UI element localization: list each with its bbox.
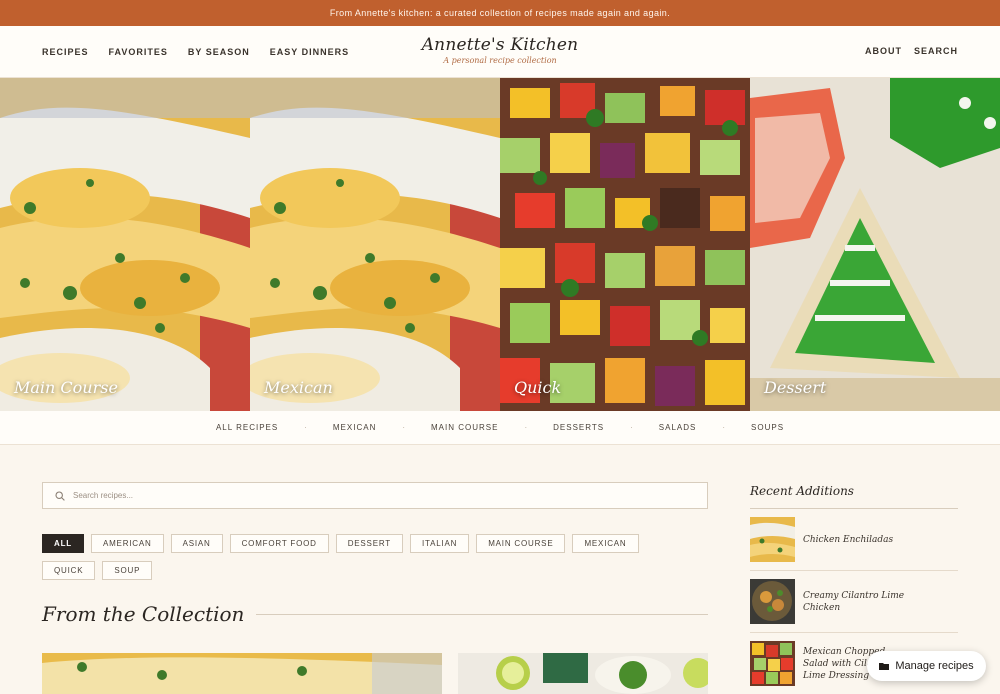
category-separator: ·	[402, 423, 406, 432]
folder-icon	[879, 663, 890, 670]
section-divider	[256, 613, 708, 615]
collection-title: From the Collection	[42, 602, 245, 626]
category-separator: ·	[630, 423, 633, 432]
filter-chip-mexican[interactable]: MEXICAN	[572, 534, 639, 553]
manage-recipes-button[interactable]: Manage recipes	[867, 651, 986, 681]
filter-chip-asian[interactable]: ASIAN	[170, 534, 223, 553]
recipe-browser: ALL AMERICAN ASIAN COMFORT FOOD DESSERT …	[42, 482, 708, 694]
hero-tile-label: Mexican	[264, 378, 333, 397]
recent-item[interactable]: Creamy Cilantro Lime Chicken	[750, 571, 958, 633]
banner-text: From Annette's kitchen: a curated collec…	[329, 8, 671, 18]
filter-chip-soup[interactable]: SOUP	[102, 561, 153, 580]
salad-image	[500, 78, 750, 411]
nav-about[interactable]: ABOUT	[865, 46, 902, 56]
category-soups[interactable]: SOUPS	[751, 423, 784, 432]
category-bar: ALL RECIPES · MEXICAN · MAIN COURSE · DE…	[0, 411, 1000, 445]
filter-chip-main-course[interactable]: MAIN COURSE	[476, 534, 566, 553]
category-all-recipes[interactable]: ALL RECIPES	[216, 423, 278, 432]
hero-tile-main-course[interactable]: Main Course	[0, 78, 250, 411]
brand-name: Annette's Kitchen	[421, 35, 579, 55]
filter-chip-comfort-food[interactable]: COMFORT FOOD	[229, 534, 329, 553]
manage-recipes-label: Manage recipes	[895, 660, 974, 672]
category-mexican[interactable]: MEXICAN	[333, 423, 376, 432]
filter-chip-all[interactable]: ALL	[42, 534, 84, 553]
recipe-card-image[interactable]	[42, 653, 442, 694]
hero-tile-dessert[interactable]: Dessert	[750, 78, 1000, 411]
enchiladas-image	[250, 78, 500, 411]
recent-item-title: Creamy Cilantro Lime Chicken	[803, 590, 905, 613]
category-separator: ·	[304, 423, 307, 432]
cilantro-lime-image	[458, 653, 708, 694]
hero-tile-label: Dessert	[764, 378, 827, 397]
category-desserts[interactable]: DESSERTS	[553, 423, 604, 432]
search-icon	[55, 490, 65, 501]
recipe-card-image[interactable]	[458, 653, 708, 694]
hero-tile-quick[interactable]: Quick	[500, 78, 750, 411]
nav-search[interactable]: SEARCH	[914, 46, 958, 56]
recipe-cards	[42, 653, 708, 694]
hero-tile-mexican[interactable]: Mexican	[250, 78, 500, 411]
recent-item-thumbnail	[750, 517, 795, 562]
filter-chip-italian[interactable]: ITALIAN	[409, 534, 470, 553]
site-logo[interactable]: Annette's Kitchen A personal recipe coll…	[0, 35, 1000, 65]
filter-chip-quick[interactable]: QUICK	[42, 561, 96, 580]
recent-item-thumbnail	[750, 579, 795, 624]
recent-additions-title: Recent Additions	[750, 484, 958, 509]
enchiladas-image	[0, 78, 250, 411]
search-box[interactable]	[42, 482, 708, 509]
recent-item-thumbnail	[750, 641, 795, 686]
filter-chip-dessert[interactable]: DESSERT	[335, 534, 403, 553]
recent-item-title: Chicken Enchiladas	[803, 534, 894, 545]
secondary-nav: ABOUT SEARCH	[865, 46, 958, 56]
hero-category-grid: Main Course Mexican Quick Dessert	[0, 78, 1000, 411]
collection-header: From the Collection	[42, 602, 708, 626]
brand-tagline: A personal recipe collection	[443, 56, 557, 65]
hero-tile-label: Quick	[514, 378, 562, 397]
filter-chips: ALL AMERICAN ASIAN COMFORT FOOD DESSERT …	[42, 534, 682, 580]
search-input[interactable]	[73, 491, 653, 500]
recent-item[interactable]: Chicken Enchiladas	[750, 509, 958, 571]
category-salads[interactable]: SALADS	[659, 423, 697, 432]
site-header: RECIPES FAVORITES BY SEASON EASY DINNERS…	[0, 26, 1000, 78]
enchiladas-image	[42, 653, 442, 694]
hero-tile-label: Main Course	[14, 378, 118, 397]
category-separator: ·	[722, 423, 726, 432]
cookies-image	[750, 78, 1000, 411]
category-separator: ·	[524, 423, 528, 432]
category-main-course[interactable]: MAIN COURSE	[431, 423, 498, 432]
filter-chip-american[interactable]: AMERICAN	[90, 534, 164, 553]
announcement-banner: From Annette's kitchen: a curated collec…	[0, 0, 1000, 26]
